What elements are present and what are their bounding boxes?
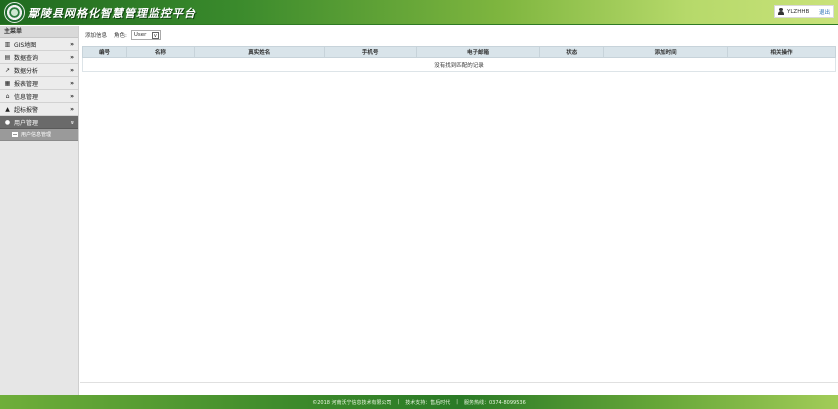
table-row: 没有找到匹配的记录 bbox=[82, 57, 836, 72]
column-header[interactable]: 真实姓名 bbox=[193, 46, 325, 58]
footer: ©2018 河南沃宁信息技术有限公司 | 技术支持：售后时代 | 服务热线：03… bbox=[0, 395, 838, 409]
sidebar-item-label: 用户管理 bbox=[14, 119, 39, 127]
role-select[interactable]: User v bbox=[130, 30, 161, 40]
user-icon bbox=[778, 8, 784, 15]
sidebar-item-user-management[interactable]: ● 用户管理 » bbox=[0, 116, 78, 129]
app-title: 鄢陵县网格化智慧管理监控平台 bbox=[28, 7, 196, 20]
list-icon bbox=[12, 132, 18, 137]
sidebar-subitem-label: 用户信息管理 bbox=[21, 132, 52, 138]
empty-table-message: 没有找到匹配的记录 bbox=[82, 57, 836, 72]
sidebar-item-label: GIS地图 bbox=[14, 41, 37, 49]
content-divider bbox=[80, 382, 838, 383]
logout-link[interactable]: 退出 bbox=[819, 8, 830, 16]
footer-separator: | bbox=[456, 399, 458, 405]
sidebar-item-info-management[interactable]: ⌂ 信息管理 » bbox=[0, 90, 78, 103]
column-header[interactable]: 状态 bbox=[539, 46, 605, 58]
database-icon: ▤ bbox=[4, 53, 11, 61]
sidebar-item-gis-map[interactable]: ▥ GIS地图 » bbox=[0, 38, 78, 51]
sidebar-item-label: 报表管理 bbox=[14, 80, 39, 88]
sidebar-item-data-analysis[interactable]: ↗ 数据分析 » bbox=[0, 64, 78, 77]
chevron-right-icon: » bbox=[70, 92, 74, 100]
column-header[interactable]: 名称 bbox=[125, 46, 195, 58]
chart-line-icon: ↗ bbox=[4, 66, 11, 74]
column-header[interactable]: 相关操作 bbox=[727, 46, 836, 58]
footer-hotline: 服务热线：0374-8099536 bbox=[463, 399, 526, 406]
chevron-down-icon: » bbox=[68, 120, 76, 124]
chevron-right-icon: » bbox=[70, 40, 74, 48]
chevron-right-icon: » bbox=[70, 53, 74, 61]
bank-icon: ⌂ bbox=[5, 92, 10, 100]
user-name: YLZHHB bbox=[787, 8, 810, 15]
column-header[interactable]: 添加时间 bbox=[603, 46, 729, 58]
sidebar-item-label: 数据查询 bbox=[14, 54, 39, 62]
sidebar-item-overlimit-alarm[interactable]: ▲ 超标报警 » bbox=[0, 103, 78, 116]
sidebar: 主菜单 ▥ GIS地图 » ▤ 数据查询 » ↗ 数据分析 » ▦ 报表管理 »… bbox=[0, 26, 79, 395]
column-header[interactable]: 电子邮箱 bbox=[415, 46, 541, 58]
role-select-value: User bbox=[133, 32, 147, 38]
user-icon: ● bbox=[4, 118, 11, 126]
add-info-button[interactable]: 添加信息 bbox=[85, 31, 107, 39]
app-header: 鄢陵县网格化智慧管理监控平台 YLZHHB 退出 bbox=[0, 0, 838, 25]
footer-support: 技术支持：售后时代 bbox=[405, 399, 451, 406]
main-content: 添加信息 角色: User v 编号 名称 真实姓名 手机号 电子邮箱 状态 添… bbox=[80, 26, 838, 395]
sidebar-subitem-user-info-management[interactable]: 用户信息管理 bbox=[0, 129, 78, 141]
column-header[interactable]: 手机号 bbox=[323, 46, 417, 58]
footer-separator: | bbox=[397, 399, 400, 405]
chevron-right-icon: » bbox=[70, 105, 74, 113]
warning-icon: ▲ bbox=[5, 105, 10, 113]
sidebar-item-label: 数据分析 bbox=[14, 67, 39, 75]
user-box: YLZHHB 退出 bbox=[774, 5, 834, 18]
sidebar-heading: 主菜单 bbox=[0, 26, 78, 38]
toolbar: 添加信息 角色: User v bbox=[80, 26, 838, 44]
sidebar-item-label: 信息管理 bbox=[14, 93, 39, 101]
app-logo bbox=[4, 2, 25, 23]
sidebar-item-label: 超标报警 bbox=[14, 106, 39, 114]
chevron-right-icon: » bbox=[70, 79, 74, 87]
sidebar-item-data-query[interactable]: ▤ 数据查询 » bbox=[0, 51, 78, 64]
table-header-row: 编号 名称 真实姓名 手机号 电子邮箱 状态 添加时间 相关操作 bbox=[82, 46, 836, 58]
footer-copyright: ©2018 河南沃宁信息技术有限公司 bbox=[312, 399, 392, 406]
report-icon: ▦ bbox=[4, 79, 11, 87]
role-label: 角色: bbox=[114, 33, 127, 39]
sidebar-item-report-management[interactable]: ▦ 报表管理 » bbox=[0, 77, 78, 90]
map-icon: ▥ bbox=[4, 40, 11, 48]
chevron-right-icon: » bbox=[70, 66, 74, 74]
column-header[interactable]: 编号 bbox=[82, 46, 127, 58]
chevron-down-icon: v bbox=[151, 32, 159, 39]
user-table: 编号 名称 真实姓名 手机号 电子邮箱 状态 添加时间 相关操作 没有找到匹配的… bbox=[82, 46, 836, 72]
